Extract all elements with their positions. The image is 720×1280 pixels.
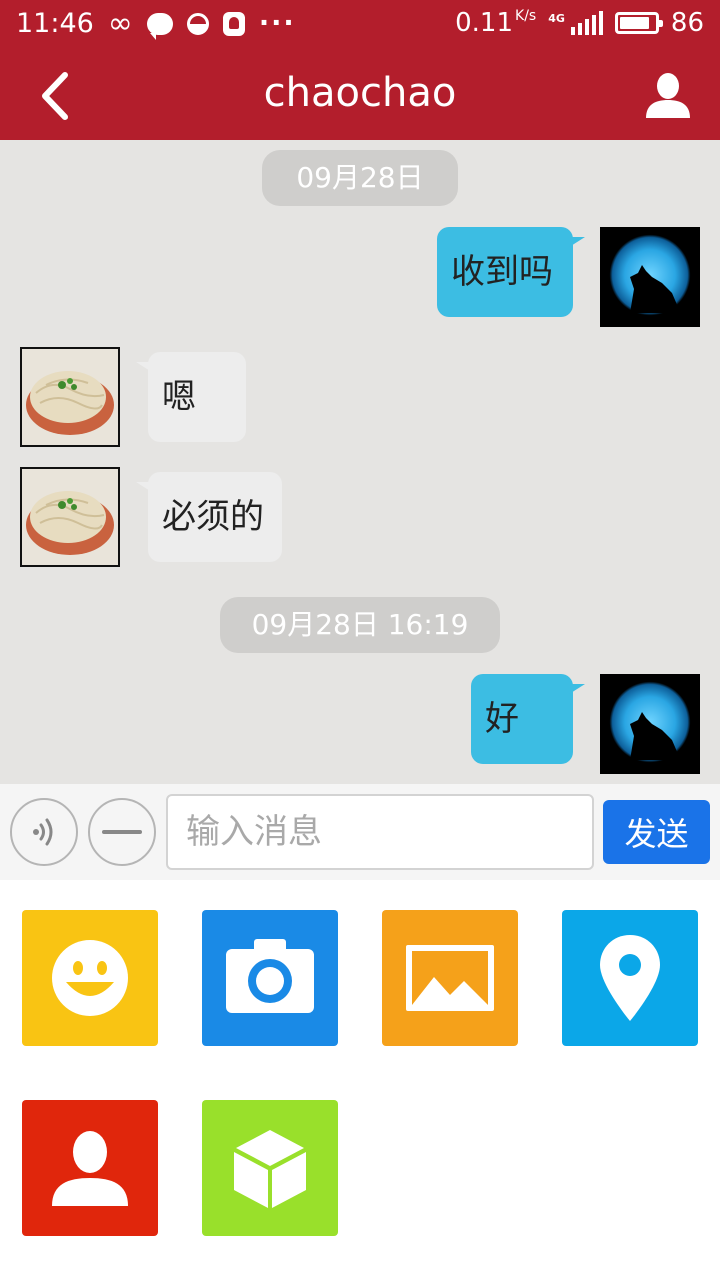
received-message[interactable]: 嗯 bbox=[136, 352, 246, 442]
send-button[interactable]: 发送 bbox=[603, 800, 710, 864]
person-icon bbox=[646, 73, 690, 118]
more-notifications-icon: ··· bbox=[258, 8, 296, 39]
status-bar: 11:46 ∞ ··· 0.11 K/s 4G 86 bbox=[0, 0, 720, 52]
camera-icon bbox=[226, 939, 314, 1013]
attachment-panel bbox=[0, 880, 720, 1280]
my-avatar[interactable] bbox=[600, 674, 700, 774]
minus-icon bbox=[102, 830, 142, 834]
contact-icon bbox=[52, 1131, 128, 1206]
page-title: chaochao bbox=[263, 70, 457, 116]
contact-avatar[interactable] bbox=[20, 347, 120, 447]
sent-message[interactable]: 好 bbox=[471, 674, 585, 764]
image-icon bbox=[406, 945, 494, 1011]
cube-icon bbox=[234, 1130, 306, 1208]
emoji-button[interactable] bbox=[22, 910, 158, 1046]
half-circle-icon bbox=[186, 12, 209, 35]
wolf-silhouette-icon bbox=[630, 265, 682, 313]
top-bar: 11:46 ∞ ··· 0.11 K/s 4G 86 chaochao bbox=[0, 0, 720, 140]
timestamp-pill: 09月28日 16:19 bbox=[220, 597, 500, 653]
infinity-icon: ∞ bbox=[107, 5, 133, 41]
my-avatar[interactable] bbox=[600, 227, 700, 327]
input-bar: 发送 bbox=[0, 784, 720, 880]
signal-icon bbox=[570, 11, 603, 35]
timestamp-pill: 09月28日 bbox=[262, 150, 458, 206]
chat-area[interactable]: 09月28日 收到吗 嗯 必须的 09月28日 16:19 好 bbox=[0, 140, 720, 784]
profile-button[interactable] bbox=[640, 68, 696, 124]
voice-icon bbox=[33, 818, 53, 846]
voice-button[interactable] bbox=[10, 798, 78, 866]
network-type: 4G bbox=[548, 11, 565, 25]
camera-button[interactable] bbox=[202, 910, 338, 1046]
wolf-silhouette-icon bbox=[630, 712, 682, 760]
title-bar: chaochao bbox=[0, 52, 720, 140]
package-button[interactable] bbox=[202, 1100, 338, 1236]
contact-avatar[interactable] bbox=[20, 467, 120, 567]
location-icon bbox=[600, 935, 660, 1021]
received-message[interactable]: 必须的 bbox=[136, 472, 282, 562]
message-icon bbox=[146, 12, 173, 40]
panel-toggle-button[interactable] bbox=[88, 798, 156, 866]
sent-message[interactable]: 收到吗 bbox=[437, 227, 585, 317]
contact-card-button[interactable] bbox=[22, 1100, 158, 1236]
food-photo-icon bbox=[22, 349, 118, 445]
message-input[interactable] bbox=[166, 794, 594, 870]
battery-icon bbox=[614, 12, 663, 34]
image-button[interactable] bbox=[382, 910, 518, 1046]
location-button[interactable] bbox=[562, 910, 698, 1046]
status-time: 11:46 bbox=[16, 8, 94, 39]
net-speed: 0.11 K/s bbox=[455, 8, 537, 38]
emoji-icon bbox=[52, 940, 128, 1016]
battery-level: 86 bbox=[670, 8, 704, 38]
food-photo-icon bbox=[22, 469, 118, 565]
qq-icon bbox=[222, 11, 245, 36]
